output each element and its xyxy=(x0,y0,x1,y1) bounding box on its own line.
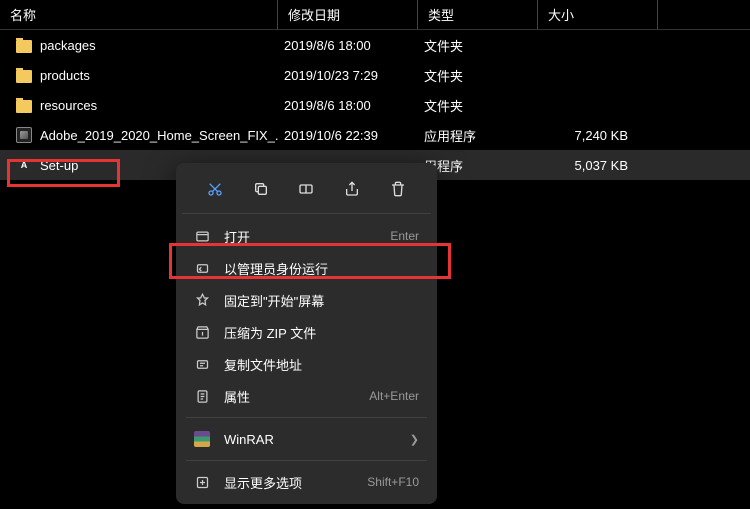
column-header-name[interactable]: 名称 xyxy=(0,0,278,29)
folder-icon xyxy=(16,100,32,113)
share-button[interactable] xyxy=(335,173,369,205)
file-date: 2019/8/6 18:00 xyxy=(278,98,418,113)
menu-divider xyxy=(186,417,427,418)
menu-copy-path[interactable]: 复制文件地址 xyxy=(182,348,431,380)
delete-icon xyxy=(390,181,406,197)
file-name: Set-up xyxy=(40,158,78,173)
context-menu: 打开 Enter 以管理员身份运行 固定到"开始"屏幕 压缩为 ZIP 文件 复… xyxy=(176,163,437,504)
cut-icon xyxy=(207,181,223,197)
menu-properties[interactable]: 属性 Alt+Enter xyxy=(182,380,431,412)
file-name: products xyxy=(40,68,90,83)
menu-more-options[interactable]: 显示更多选项 Shift+F10 xyxy=(182,466,431,498)
column-header-row: 名称 修改日期 类型 大小 xyxy=(0,0,750,30)
menu-label: 压缩为 ZIP 文件 xyxy=(224,323,419,342)
copy-button[interactable] xyxy=(244,173,278,205)
copy-icon xyxy=(253,181,269,197)
menu-run-as-admin[interactable]: 以管理员身份运行 xyxy=(182,252,431,284)
file-name: Adobe_2019_2020_Home_Screen_FIX_... xyxy=(40,128,278,143)
application-icon xyxy=(16,127,32,143)
file-name: resources xyxy=(40,98,97,113)
menu-shortcut: Alt+Enter xyxy=(369,389,419,403)
table-row[interactable]: Adobe_2019_2020_Home_Screen_FIX_... 2019… xyxy=(0,120,750,150)
menu-shortcut: Enter xyxy=(390,229,419,243)
cut-button[interactable] xyxy=(198,173,232,205)
file-type: 文件夹 xyxy=(418,36,538,55)
folder-icon xyxy=(16,40,32,53)
more-icon xyxy=(194,474,210,490)
file-name: packages xyxy=(40,38,96,53)
file-date: 2019/8/6 18:00 xyxy=(278,38,418,53)
menu-open[interactable]: 打开 Enter xyxy=(182,220,431,252)
menu-label: 显示更多选项 xyxy=(224,473,353,492)
file-type: 文件夹 xyxy=(418,96,538,115)
zip-icon xyxy=(194,324,210,340)
rename-icon xyxy=(298,181,314,197)
table-row[interactable]: products 2019/10/23 7:29 文件夹 xyxy=(0,60,750,90)
shield-icon xyxy=(194,260,210,276)
menu-compress-zip[interactable]: 压缩为 ZIP 文件 xyxy=(182,316,431,348)
menu-winrar[interactable]: WinRAR ❯ xyxy=(182,423,431,455)
file-date: 2019/10/23 7:29 xyxy=(278,68,418,83)
rename-button[interactable] xyxy=(289,173,323,205)
column-header-type[interactable]: 类型 xyxy=(418,0,538,29)
file-size: 5,037 KB xyxy=(538,158,658,173)
copy-path-icon xyxy=(194,356,210,372)
file-date: 2019/10/6 22:39 xyxy=(278,128,418,143)
file-type: 文件夹 xyxy=(418,66,538,85)
menu-divider xyxy=(186,460,427,461)
menu-pin-to-start[interactable]: 固定到"开始"屏幕 xyxy=(182,284,431,316)
share-icon xyxy=(344,181,360,197)
file-list: packages 2019/8/6 18:00 文件夹 products 201… xyxy=(0,30,750,180)
column-header-size[interactable]: 大小 xyxy=(538,0,658,29)
menu-label: 以管理员身份运行 xyxy=(224,259,419,278)
file-size: 7,240 KB xyxy=(538,128,658,143)
properties-icon xyxy=(194,388,210,404)
chevron-right-icon: ❯ xyxy=(410,433,419,446)
menu-label: 打开 xyxy=(224,227,376,246)
menu-shortcut: Shift+F10 xyxy=(367,475,419,489)
adobe-icon: A xyxy=(16,157,32,173)
menu-label: 复制文件地址 xyxy=(224,355,419,374)
menu-label: WinRAR xyxy=(224,432,396,447)
folder-icon xyxy=(16,70,32,83)
pin-icon xyxy=(194,292,210,308)
menu-label: 属性 xyxy=(224,387,355,406)
file-type: 应用程序 xyxy=(418,126,538,145)
table-row[interactable]: resources 2019/8/6 18:00 文件夹 xyxy=(0,90,750,120)
menu-label: 固定到"开始"屏幕 xyxy=(224,291,419,310)
column-header-date[interactable]: 修改日期 xyxy=(278,0,418,29)
winrar-icon xyxy=(194,431,210,447)
table-row[interactable]: packages 2019/8/6 18:00 文件夹 xyxy=(0,30,750,60)
open-icon xyxy=(194,228,210,244)
context-toolbar xyxy=(182,169,431,214)
delete-button[interactable] xyxy=(381,173,415,205)
